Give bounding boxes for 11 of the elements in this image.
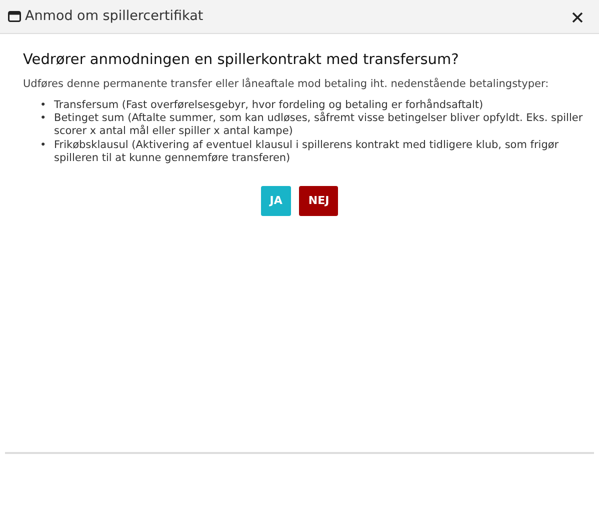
no-button[interactable]: NEJ xyxy=(299,186,338,216)
bullet: • xyxy=(40,99,48,112)
payment-type-item: Transfersum (Fast overførelsesgebyr, hvor fordeling og betaling er forhåndsaftalt) xyxy=(54,99,484,112)
window-title: Anmod om spillercertifikat xyxy=(25,7,204,26)
payment-type-item: Frikøbsklausul (Aktivering af eventuel klausul i spillerens kontrakt med tidligere klub, som frigør spilleren til at kunne gennemføre transferen) xyxy=(54,138,560,165)
window-icon xyxy=(8,11,21,22)
dialog-heading: Vedrører anmodningen en spillerkontrakt med transfersum? xyxy=(23,52,460,70)
bullet: • xyxy=(40,112,48,126)
bullet: • xyxy=(40,138,48,153)
payment-type-item: Betinget sum (Aftalte summer, som kan udløses, såfremt visse betingelser bliver opfyldt. Eks. spiller scorer x antal mål eller spiller x antal kampe) xyxy=(54,112,584,139)
intro-text: Udføres denne permanente transfer eller låneaftale mod betaling iht. nedenstående betalingstyper: xyxy=(23,77,550,92)
